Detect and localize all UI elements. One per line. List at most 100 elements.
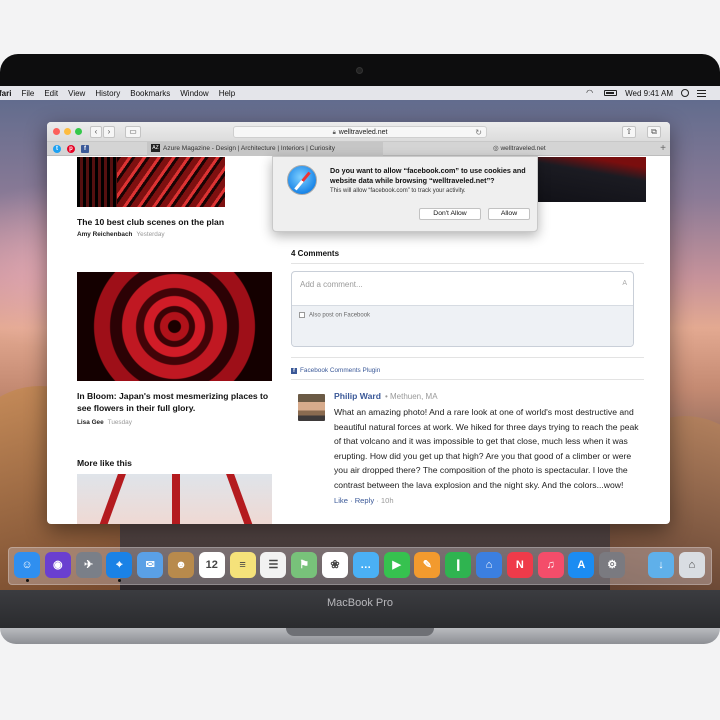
comment-options: Also post on Facebook [292, 306, 633, 346]
menu-history[interactable]: History [95, 89, 120, 98]
menu-bookmarks[interactable]: Bookmarks [130, 89, 170, 98]
facetime-icon[interactable]: ▶ [383, 552, 410, 578]
allow-button[interactable]: Allow [488, 208, 530, 220]
trash-icon[interactable]: ⌂ [678, 552, 705, 578]
menu-help[interactable]: Help [219, 89, 235, 98]
opening-notch [286, 628, 434, 636]
article-author: Lisa Gee [77, 419, 104, 426]
article-date: Yesterday [136, 231, 165, 238]
azure-badge: AZ [151, 144, 160, 153]
commenter-name[interactable]: Philip Ward [334, 391, 381, 401]
globe-icon: ◎ [493, 145, 499, 152]
clock[interactable]: Wed 9:41 AM [625, 89, 673, 98]
downloads-folder-icon[interactable]: ↓ [648, 552, 674, 578]
notification-center-icon[interactable] [697, 89, 706, 97]
reload-icon[interactable]: ↻ [475, 127, 482, 138]
tab-welltraveled[interactable]: ◎ welltraveled.net [489, 142, 649, 156]
dont-allow-button[interactable]: Don't Allow [419, 208, 481, 220]
launchpad-icon[interactable]: ✈ [75, 552, 102, 578]
system-preferences-icon[interactable]: ⚙ [599, 552, 626, 578]
like-link[interactable]: Like [334, 496, 348, 505]
running-indicator [117, 579, 121, 582]
app-store-icon[interactable]: A [568, 552, 595, 578]
club-image[interactable] [77, 157, 225, 207]
safari-icon [287, 165, 317, 195]
safari-icon[interactable]: ⌖ [106, 552, 133, 578]
app-menu[interactable]: fari [0, 89, 11, 98]
dialog-subtitle: This will allow “facebook.com” to track … [330, 188, 466, 194]
twitter-icon[interactable]: t [53, 144, 61, 153]
maps-icon[interactable]: ⚑ [291, 552, 318, 578]
facebook-icon: f [291, 368, 297, 374]
tab-label: Azure Magazine - Design | Architecture |… [163, 145, 335, 152]
tab-label: welltraveled.net [500, 145, 546, 152]
new-tab-button[interactable]: + [660, 143, 666, 154]
facebook-comments-plugin[interactable]: f Facebook Comments Plugin [291, 367, 380, 374]
close-window-button[interactable] [53, 128, 60, 135]
more-like-this-heading: More like this [77, 458, 132, 468]
flower-image[interactable] [77, 272, 272, 381]
address-bar[interactable]: 🔒︎ welltraveled.net ↻ [233, 126, 487, 138]
brand-label: MacBook Pro [326, 597, 394, 609]
menu-view[interactable]: View [68, 89, 85, 98]
forward-button[interactable]: › [103, 126, 115, 138]
wifi-icon[interactable]: ◠ [586, 89, 596, 97]
battery-icon[interactable] [604, 90, 618, 96]
zoom-window-button[interactable] [75, 128, 82, 135]
commenter-location: • Methuen, MA [384, 392, 438, 401]
menu-edit[interactable]: Edit [44, 89, 58, 98]
menu-file[interactable]: File [21, 89, 34, 98]
tab-azure-magazine[interactable]: AZ Azure Magazine - Design | Architecture… [147, 142, 383, 156]
product-photo: fari File Edit View History Bookmarks Wi… [0, 0, 720, 720]
reminders-icon[interactable]: ☰ [260, 552, 287, 578]
article-date: Tuesday [107, 419, 132, 426]
article-title[interactable]: The 10 best club scenes on the plan [77, 216, 224, 228]
mail-icon[interactable]: ✉ [137, 552, 164, 578]
keynote-icon[interactable]: ⌂ [476, 552, 502, 578]
tabs-overview-icon[interactable]: ⧉ [647, 126, 661, 138]
address-text: welltraveled.net [338, 129, 388, 136]
also-post-checkbox[interactable] [299, 312, 305, 318]
safari-window: ‹ › ▭ 🔒︎ welltraveled.net ↻ ⇧ ⧉ t p f AZ A… [47, 122, 670, 524]
music-icon[interactable]: ♫ [537, 552, 564, 578]
share-icon[interactable]: ⇧ [622, 126, 636, 138]
pages-icon[interactable]: ✎ [414, 552, 441, 578]
avatar[interactable] [298, 394, 325, 421]
article-author: Amy Reichenbach [77, 231, 133, 238]
camera-icon [356, 67, 363, 74]
menu-window[interactable]: Window [180, 89, 208, 98]
cookie-permission-dialog: Do you want to allow “facebook.com” to u… [272, 156, 538, 232]
pinterest-icon[interactable]: p [67, 144, 75, 153]
tab-bar: t p f AZ Azure Magazine - Design | Archit… [47, 142, 670, 156]
toolbar: ‹ › ▭ 🔒︎ welltraveled.net ↻ ⇧ ⧉ [47, 122, 670, 142]
architecture-image[interactable] [77, 474, 272, 524]
comment-input[interactable]: Add a comment... A [292, 272, 633, 306]
numbers-icon[interactable]: ❙ [445, 552, 472, 578]
sidebar-icon[interactable]: ▭ [125, 126, 141, 138]
running-indicator [25, 579, 29, 582]
calendar-icon[interactable]: 12 [198, 552, 225, 578]
comments-heading: 4 Comments [291, 249, 340, 258]
photos-icon[interactable]: ❀ [322, 552, 348, 578]
spotlight-icon[interactable] [681, 89, 689, 97]
format-icon[interactable]: A [622, 280, 627, 287]
laptop-chin [0, 590, 720, 628]
also-post-label: Also post on Facebook [309, 312, 371, 319]
reply-link[interactable]: Reply [355, 496, 374, 505]
divider [291, 263, 644, 264]
minimize-window-button[interactable] [64, 128, 71, 135]
notes-icon[interactable]: ≡ [229, 552, 256, 578]
article-meta: Lisa Gee Tuesday [77, 419, 132, 426]
dialog-title: Do you want to allow “facebook.com” to u… [330, 166, 526, 185]
facebook-icon[interactable]: f [81, 144, 89, 153]
article-title[interactable]: In Bloom: Japan's most mesmerizing place… [77, 390, 277, 414]
divider [291, 357, 644, 358]
messages-icon[interactable]: … [352, 552, 379, 578]
news-icon[interactable]: N [506, 552, 533, 578]
plugin-label: Facebook Comments Plugin [300, 367, 381, 374]
back-button[interactable]: ‹ [90, 126, 102, 138]
image-beam [226, 474, 256, 524]
siri-icon[interactable]: ◉ [44, 552, 71, 578]
finder-icon[interactable]: ☺ [14, 552, 40, 578]
contacts-icon[interactable]: ☻ [168, 552, 194, 578]
